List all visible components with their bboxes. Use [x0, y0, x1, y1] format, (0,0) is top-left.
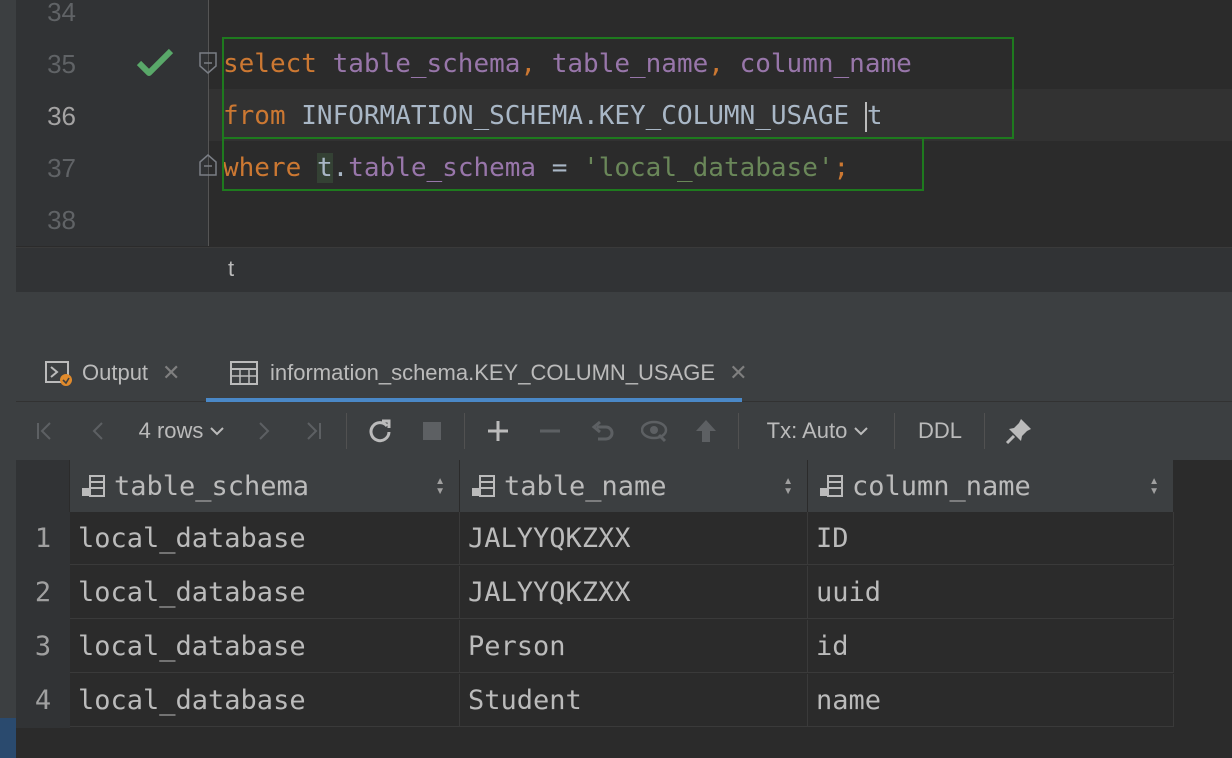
breadcrumb[interactable]: t [228, 256, 234, 282]
row-number[interactable]: 4 [16, 674, 70, 728]
check-icon[interactable] [136, 48, 174, 78]
tab-label: information_schema.KEY_COLUMN_USAGE [270, 360, 716, 385]
fold-start-icon[interactable] [198, 52, 218, 74]
pin-tab-icon[interactable] [1002, 403, 1036, 459]
table-cell[interactable]: local_database [70, 566, 460, 619]
line-number: 35 [47, 49, 76, 79]
table-cell[interactable]: local_database [70, 512, 460, 565]
previous-page-icon[interactable] [86, 403, 112, 459]
toolbar-separator [894, 413, 895, 449]
left-edge-accent [0, 718, 16, 758]
results-toolbar: 4 rows Tx: Auto DDL [16, 403, 1232, 459]
column-header-table-name[interactable]: table_name ▲ ▼ [460, 460, 808, 512]
column-header-table-schema[interactable]: table_schema ▲ ▼ [70, 460, 460, 512]
tab-label: Output [82, 360, 149, 385]
table-cell[interactable]: ID [808, 512, 1174, 565]
toolbar-separator [738, 413, 739, 449]
sort-icon[interactable]: ▲ ▼ [435, 460, 445, 497]
column-header-label: table_schema [114, 470, 310, 502]
tab-output[interactable]: Output ✕ [44, 344, 180, 402]
add-row-icon[interactable] [484, 403, 512, 459]
view-query-icon[interactable] [640, 403, 670, 459]
table-grid-icon [230, 361, 258, 385]
column-header-column-name[interactable]: column_name ▲ ▼ [808, 460, 1174, 512]
toolbar-separator [464, 413, 465, 449]
statement-highlight-box [222, 37, 1014, 139]
row-number[interactable]: 2 [16, 566, 70, 620]
revert-icon[interactable] [588, 403, 616, 459]
ddl-button[interactable]: DDL [912, 403, 968, 459]
toolbar-separator [984, 413, 985, 449]
line-number: 34 [47, 0, 76, 27]
refresh-icon[interactable] [366, 403, 394, 459]
column-icon [820, 475, 843, 497]
close-icon[interactable]: ✕ [162, 360, 180, 386]
column-icon [82, 475, 105, 497]
tx-mode-label: Tx: Auto [766, 418, 848, 443]
delete-row-icon[interactable] [536, 403, 564, 459]
active-tab-indicator [206, 398, 742, 402]
submit-icon[interactable] [692, 403, 720, 459]
next-page-icon[interactable] [250, 403, 276, 459]
table-cell[interactable]: Person [460, 620, 808, 673]
row-number[interactable]: 3 [16, 620, 70, 674]
grid-corner[interactable] [16, 460, 70, 512]
left-edge-strip [0, 0, 16, 758]
table-cell[interactable]: Student [460, 674, 808, 727]
last-page-icon[interactable] [300, 403, 326, 459]
column-header-label: column_name [852, 470, 1031, 502]
line-number-current: 36 [47, 101, 76, 131]
table-cell[interactable]: local_database [70, 674, 460, 727]
fold-end-icon[interactable] [198, 154, 218, 176]
stop-icon[interactable] [420, 403, 444, 459]
line-number: 37 [47, 153, 76, 183]
result-grid[interactable]: table_schema ▲ ▼ table_name ▲ ▼ column_nam… [16, 460, 1232, 758]
line-number: 38 [47, 205, 76, 235]
sql-editor[interactable]: 34 35 36 37 38 select table_schema, tabl… [0, 0, 1232, 292]
chevron-down-icon [854, 427, 869, 436]
tab-key-column-usage[interactable]: information_schema.KEY_COLUMN_USAGE ✕ [230, 344, 748, 402]
rows-count-dropdown[interactable]: 4 rows [132, 403, 232, 459]
close-icon[interactable]: ✕ [729, 360, 747, 386]
services-tool-window: Output ✕ information_schema.KEY_COLUMN_U… [16, 344, 1232, 758]
table-cell[interactable]: JALYYQKZXX [460, 566, 808, 619]
table-cell[interactable]: name [808, 674, 1174, 727]
row-number[interactable]: 1 [16, 512, 70, 566]
chevron-down-icon [210, 427, 225, 436]
table-cell[interactable]: JALYYQKZXX [460, 512, 808, 565]
statement-highlight-box [222, 139, 924, 191]
table-cell[interactable]: id [808, 620, 1174, 673]
table-cell[interactable]: local_database [70, 620, 460, 673]
table-cell[interactable]: uuid [808, 566, 1174, 619]
rows-count-label: 4 rows [138, 418, 204, 443]
sort-icon[interactable]: ▲ ▼ [783, 460, 793, 497]
tx-mode-dropdown[interactable]: Tx: Auto [760, 403, 876, 459]
panel-splitter[interactable] [16, 292, 1232, 344]
column-header-label: table_name [504, 470, 667, 502]
tab-bar: Output ✕ information_schema.KEY_COLUMN_U… [16, 344, 1232, 402]
breadcrumb-bar [16, 247, 1232, 292]
sort-icon[interactable]: ▲ ▼ [1149, 460, 1159, 497]
toolbar-separator [346, 413, 347, 449]
console-run-icon [45, 361, 72, 386]
column-icon [472, 475, 495, 497]
first-page-icon[interactable] [32, 403, 58, 459]
